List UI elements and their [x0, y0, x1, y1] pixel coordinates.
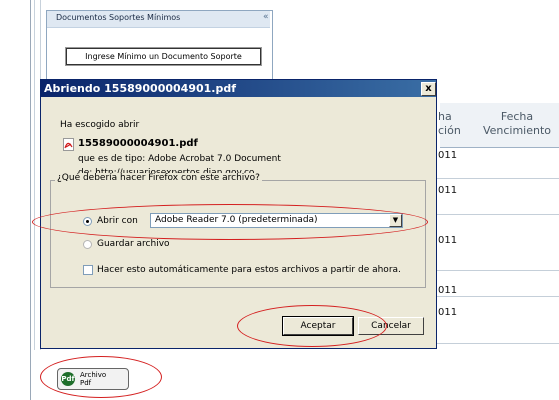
enter-support-document-button[interactable]: Ingrese Mínimo un Documento Soporte: [66, 48, 261, 65]
page-border: [30, 0, 31, 400]
annotation-ellipse-open-with: [32, 204, 428, 240]
row-divider: [437, 214, 559, 215]
save-file-label: Guardar archivo: [97, 239, 170, 249]
save-file-radio[interactable]: [83, 240, 92, 249]
file-name: 15589000004901.pdf: [78, 138, 198, 149]
row-divider: [437, 296, 559, 297]
pdf-button-label: Archivo Pdf: [80, 371, 106, 387]
row-divider: [437, 270, 559, 271]
chosen-to-open-label: Ha escogido abrir: [60, 120, 140, 130]
file-type-line: que es de tipo: Adobe Acrobat 7.0 Docume…: [78, 154, 281, 164]
table-cell: 011: [438, 150, 458, 161]
row-divider: [437, 178, 559, 179]
page-border-inner: [34, 0, 35, 350]
table-cell: 011: [438, 185, 458, 196]
dialog-title: Abriendo 15589000004901.pdf: [44, 82, 237, 95]
pdf-file-icon: [63, 138, 74, 151]
close-button[interactable]: x: [421, 82, 436, 96]
table-cell: 011: [438, 285, 458, 296]
pdf-button-line2: Pdf: [80, 379, 92, 387]
pdf-button-line1: Archivo: [80, 371, 107, 379]
collapse-icon[interactable]: «: [263, 12, 269, 22]
auto-action-label: Hacer esto automáticamente para estos ar…: [97, 265, 401, 275]
action-question: ¿Qué debería hacer Firefox con este arch…: [55, 173, 262, 183]
supporting-docs-panel-title: Documentos Soportes Mínimos: [56, 13, 181, 22]
column-header-due-date: Fecha Vencimiento: [482, 110, 552, 137]
table-cell: 011: [438, 235, 458, 246]
table-cell: 011: [438, 307, 458, 318]
auto-action-checkbox[interactable]: [83, 265, 93, 275]
column-header-issue-date: ha ción: [438, 110, 461, 137]
annotation-ellipse-accept: [237, 305, 387, 347]
row-divider: [437, 343, 559, 344]
pdf-icon: Pdf: [61, 372, 75, 386]
